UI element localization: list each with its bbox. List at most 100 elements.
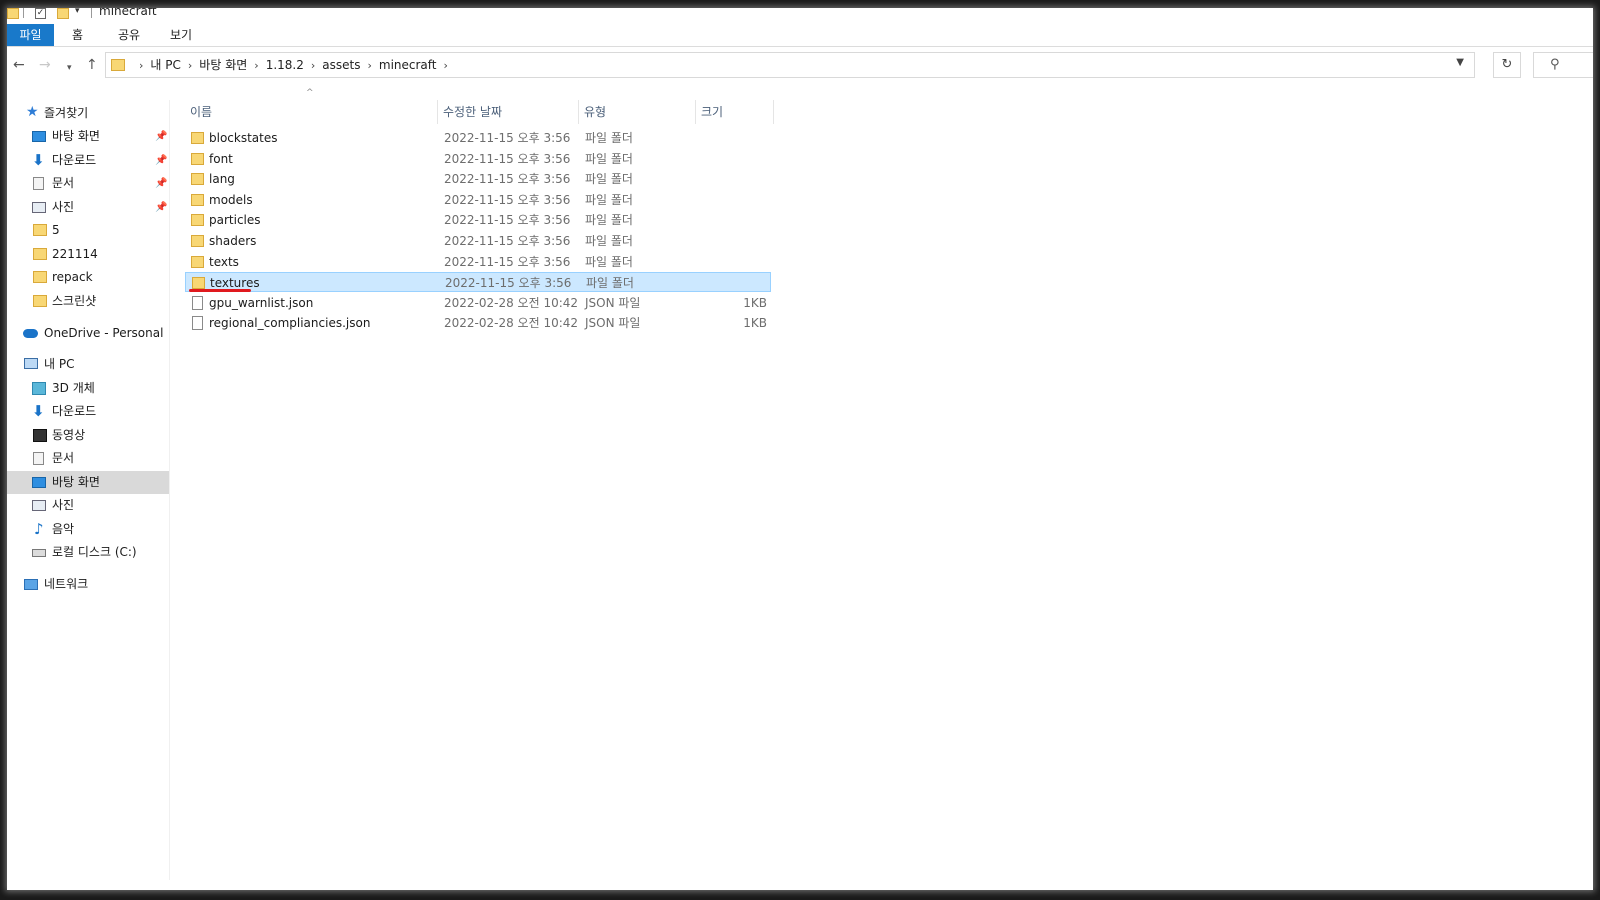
navigation-pane: ★ 즐겨찾기 바탕 화면 📌 ⬇ 다운로드 📌 문서 📌 사진 📌 5 2211… [7,100,170,880]
table-row[interactable]: blockstates 2022-11-15 오후 3:56 파일 폴더 [185,128,771,148]
sidebar-item-documents-pc[interactable]: 문서 [7,447,169,470]
sidebar-item-folder-221114[interactable]: 221114 [7,243,169,266]
breadcrumb-item[interactable]: 바탕 화면 [199,58,247,72]
pin-icon[interactable]: 📌 [155,196,167,219]
sidebar-item-onedrive[interactable]: OneDrive - Personal [7,322,169,345]
onedrive-icon [23,329,38,338]
breadcrumb-item[interactable]: minecraft [379,58,437,72]
chevron-right-icon[interactable]: › [188,54,192,78]
column-header-date-modified[interactable]: 수정한 날짜 [438,100,579,124]
file-type: 파일 폴더 [585,213,633,228]
table-row-selected[interactable]: textures 2022-11-15 오후 3:56 파일 폴더 [185,272,771,293]
sidebar-item-downloads[interactable]: ⬇ 다운로드 📌 [7,149,169,172]
pin-icon[interactable]: 📌 [155,149,167,172]
sidebar-item-label: 사진 [52,200,75,214]
file-name: regional_compliancies.json [209,316,371,331]
folder-icon [191,193,204,206]
file-type: JSON 파일 [585,316,641,331]
sidebar-item-videos[interactable]: 동영상 [7,424,169,447]
star-icon: ★ [26,104,39,120]
tab-file[interactable]: 파일 [7,24,54,46]
divider [91,8,92,18]
document-icon [33,177,44,190]
sidebar-item-pictures[interactable]: 사진 📌 [7,196,169,219]
file-name: models [209,192,253,207]
sidebar-item-desktop-pc[interactable]: 바탕 화면 [7,471,169,494]
folder-icon [7,8,19,19]
table-row[interactable]: texts 2022-11-15 오후 3:56 파일 폴더 [185,252,771,272]
folder-icon [191,173,204,186]
file-name: lang [209,172,235,187]
table-row[interactable]: font 2022-11-15 오후 3:56 파일 폴더 [185,149,771,169]
refresh-button[interactable]: ↻ [1493,52,1521,78]
window-title: minecraft [99,8,157,18]
pc-icon [24,358,38,369]
tab-share[interactable]: 공유 [108,24,150,46]
file-date: 2022-11-15 오후 3:56 [444,131,571,145]
chevron-right-icon[interactable]: › [367,54,371,78]
sidebar-item-label: 다운로드 [52,153,97,167]
table-row[interactable]: models 2022-11-15 오후 3:56 파일 폴더 [185,190,771,210]
breadcrumb-item[interactable]: 내 PC [150,58,180,72]
sidebar-item-folder-5[interactable]: 5 [7,219,169,242]
table-row[interactable]: shaders 2022-11-15 오후 3:56 파일 폴더 [185,231,771,251]
new-folder-icon[interactable] [57,8,69,19]
document-icon [33,452,44,465]
pin-icon[interactable]: 📌 [155,125,167,148]
file-name: shaders [209,234,257,248]
recent-locations-icon[interactable]: ▾ [67,59,72,77]
video-icon [33,429,47,442]
network-icon [24,579,38,590]
folder-icon [33,224,47,236]
tab-home[interactable]: 홈 [62,24,93,46]
chevron-right-icon[interactable]: › [311,54,315,78]
search-icon: ⚲ [1550,57,1560,72]
sidebar-item-3d-objects[interactable]: 3D 개체 [7,377,169,400]
table-row[interactable]: particles 2022-11-15 오후 3:56 파일 폴더 [185,210,771,230]
chevron-right-icon[interactable]: › [139,54,143,78]
sidebar-item-label: 스크린샷 [52,294,97,308]
sidebar-item-quick-access[interactable]: ★ 즐겨찾기 [7,102,169,125]
column-header-size[interactable]: 크기 [696,100,774,124]
sidebar-item-local-disk[interactable]: 로컬 디스크 (C:) [7,541,169,564]
pin-icon[interactable]: 📌 [155,172,167,195]
breadcrumb-item[interactable]: 1.18.2 [266,58,304,72]
column-header-type[interactable]: 유형 [579,100,696,124]
up-arrow-icon[interactable]: ↑ [86,56,98,74]
sidebar-item-folder-screenshots[interactable]: 스크린샷 [7,290,169,313]
forward-arrow-icon[interactable]: → [39,56,51,74]
search-input[interactable]: ⚲ [1533,52,1593,78]
sidebar-item-label: 즐겨찾기 [44,106,89,120]
sidebar-item-downloads-pc[interactable]: ⬇ 다운로드 [7,400,169,423]
breadcrumb-item[interactable]: assets [322,58,360,72]
address-bar[interactable]: › 내 PC › 바탕 화면 › 1.18.2 › assets › minecraft › ▼ [105,52,1475,78]
download-icon: ⬇ [32,402,45,420]
customize-toolbar-icon[interactable]: ▾ [75,8,80,22]
file-type: 파일 폴더 [586,276,634,291]
file-name: texts [209,254,239,269]
back-arrow-icon[interactable]: ← [13,56,25,74]
file-size: 1KB [743,316,767,331]
sidebar-item-documents[interactable]: 문서 📌 [7,172,169,195]
sidebar-item-music[interactable]: ♪ 음악 [7,518,169,541]
sidebar-item-folder-repack[interactable]: repack [7,266,169,289]
sidebar-item-label: 5 [52,223,60,237]
ribbon-tabs: 파일 홈 공유 보기 [7,24,1593,46]
sidebar-item-this-pc[interactable]: 내 PC [7,353,169,376]
sidebar-item-pictures-pc[interactable]: 사진 [7,494,169,517]
table-row[interactable]: gpu_warnlist.json 2022-02-28 오전 10:42 JS… [185,293,771,313]
chevron-right-icon[interactable]: › [444,54,448,78]
sidebar-item-desktop[interactable]: 바탕 화면 📌 [7,125,169,148]
chevron-right-icon[interactable]: › [254,54,258,78]
tab-view[interactable]: 보기 [160,24,202,46]
table-row[interactable]: lang 2022-11-15 오후 3:56 파일 폴더 [185,169,771,189]
file-size: 1KB [743,295,767,310]
file-type: 파일 폴더 [585,151,633,166]
chevron-down-icon[interactable]: ▼ [1456,57,1464,68]
pictures-icon [32,202,46,213]
properties-icon[interactable]: ✓ [35,8,46,19]
table-row[interactable]: regional_compliancies.json 2022-02-28 오전… [185,313,771,333]
sidebar-item-network[interactable]: 네트워크 [7,573,169,596]
column-header-name[interactable]: 이름 [185,100,438,124]
desktop-icon [32,477,46,488]
